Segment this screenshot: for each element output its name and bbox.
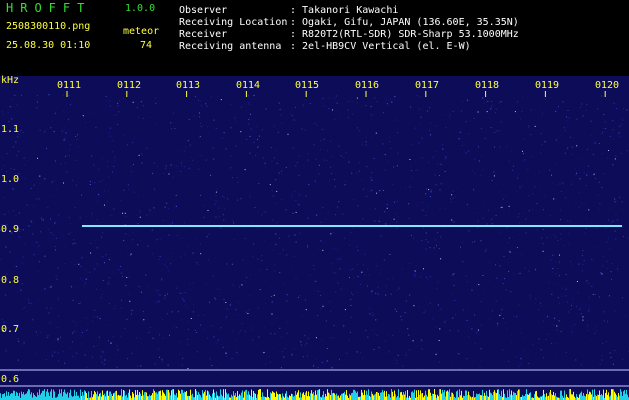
- header-panel: HROFFT 1.0.0 2508300110.png meteor 25.08…: [0, 0, 629, 76]
- freq-tick-label: 0.9: [1, 224, 20, 235]
- time-tick-label: 0113: [176, 80, 201, 91]
- time-tick-label: 0111: [57, 80, 82, 91]
- meteor-label: meteor: [123, 26, 160, 37]
- time-tick-label: 0117: [415, 80, 440, 91]
- time-tick-label: 0115: [295, 80, 320, 91]
- meteor-count: 74: [140, 40, 153, 51]
- time-tick-label: 0119: [535, 80, 560, 91]
- time-tick-label: 0120: [595, 80, 620, 91]
- app-version: 1.0.0: [125, 3, 156, 14]
- antenna-value: : 2el-HB9CV Vertical (el. E-W): [290, 41, 471, 52]
- unit-label: kHz: [1, 75, 20, 86]
- freq-tick-label: 0.6: [1, 374, 20, 385]
- receiver-label: Receiver: [179, 29, 228, 40]
- app-title: HROFFT: [6, 1, 92, 15]
- datetime: 25.08.30 01:10: [6, 40, 91, 51]
- freq-tick-label: 0.7: [1, 324, 20, 335]
- observer-value: : Takanori Kawachi: [290, 5, 399, 16]
- freq-tick-label: 1.1: [1, 124, 20, 135]
- receiver-value: : R820T2(RTL-SDR) SDR-Sharp 53.1000MHz: [290, 29, 519, 40]
- location-label: Receiving Location: [179, 17, 288, 28]
- location-value: : Ogaki, Gifu, JAPAN (136.60E, 35.35N): [290, 17, 519, 28]
- freq-tick-label: 0.8: [1, 275, 20, 286]
- spectrogram-background: [0, 76, 629, 400]
- time-tick-label: 0114: [236, 80, 261, 91]
- time-tick-label: 0118: [475, 80, 500, 91]
- spectrogram: [0, 76, 629, 400]
- file-name: 2508300110.png: [6, 21, 91, 32]
- antenna-label: Receiving antenna: [179, 41, 282, 52]
- time-tick-label: 0112: [117, 80, 142, 91]
- observer-label: Observer: [179, 5, 228, 16]
- freq-tick-label: 1.0: [1, 174, 20, 185]
- time-tick-label: 0116: [355, 80, 380, 91]
